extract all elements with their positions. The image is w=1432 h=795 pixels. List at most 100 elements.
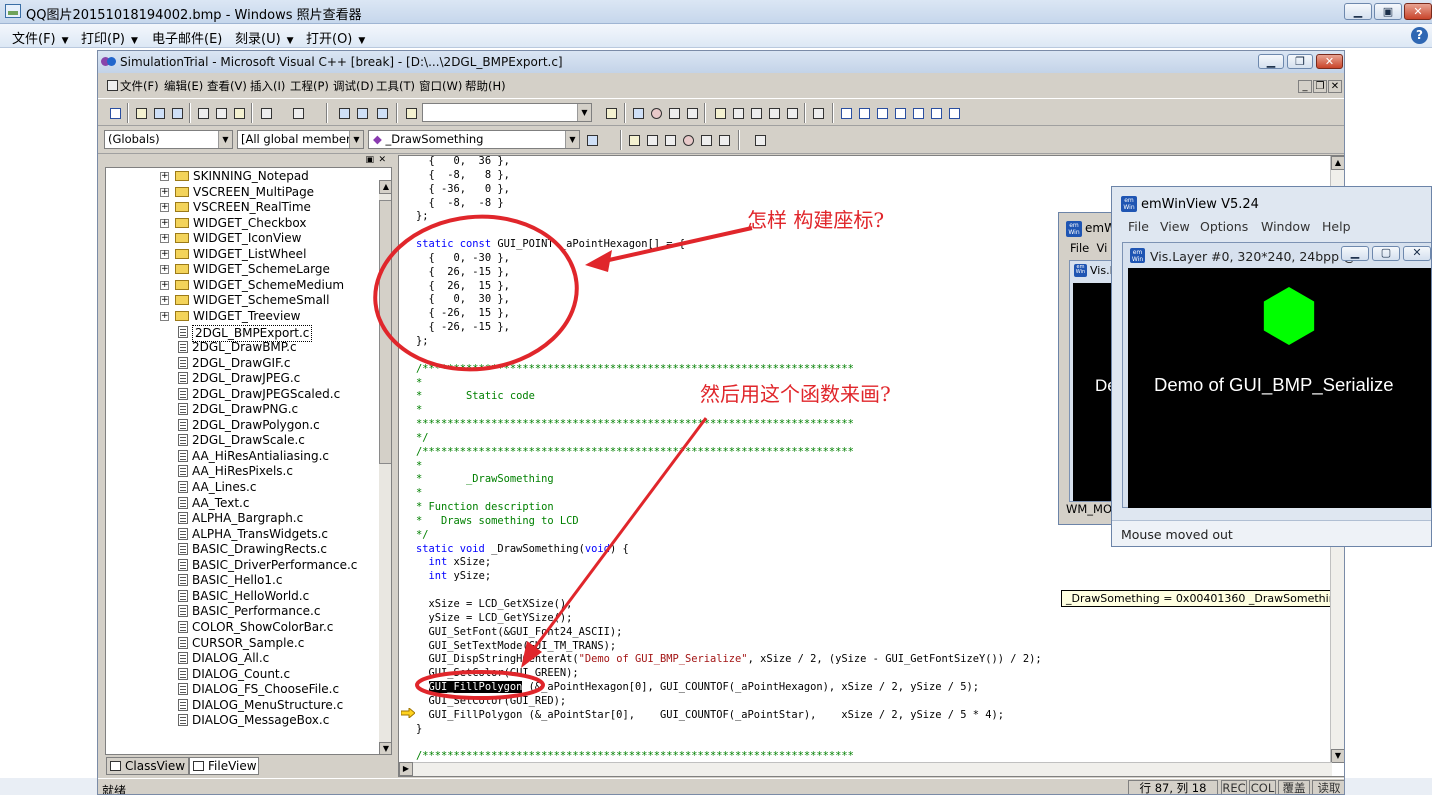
expand-plus-icon[interactable]: +: [160, 234, 169, 244]
cancel-build-icon[interactable]: [662, 132, 678, 148]
code-line[interactable]: [416, 584, 1042, 598]
code-line[interactable]: * Draws something to LCD: [416, 515, 1042, 529]
workspace-restore-icon[interactable]: ▣: [365, 155, 374, 165]
build-mini-icon[interactable]: [644, 132, 660, 148]
expand-plus-icon[interactable]: +: [160, 280, 169, 290]
code-line[interactable]: { -26, -15 },: [416, 321, 1042, 335]
vc-menu-window[interactable]: 窗口(W): [419, 78, 462, 94]
redo-icon[interactable]: [290, 105, 306, 121]
code-line[interactable]: static void _DrawSomething(void) {: [416, 543, 1042, 557]
find-icon[interactable]: [603, 105, 619, 121]
mdi-minimize-button[interactable]: _: [1298, 80, 1312, 93]
disassembly-icon[interactable]: [928, 105, 944, 121]
exclamation-icon[interactable]: [680, 132, 696, 148]
compile-icon[interactable]: [630, 105, 646, 121]
code-line[interactable]: * Function description: [416, 501, 1042, 515]
emwin-back-menu[interactable]: File Vi: [1070, 241, 1107, 255]
expand-plus-icon[interactable]: +: [160, 296, 169, 306]
vc-menu-help[interactable]: 帮助(H): [465, 78, 506, 94]
vc-minimize-button[interactable]: ▁: [1258, 54, 1284, 69]
vc-menu-tools[interactable]: 工具(T): [376, 78, 415, 94]
menu-file[interactable]: 文件(F) ▼: [12, 28, 69, 47]
save-all-icon[interactable]: [169, 105, 185, 121]
code-line[interactable]: { 0, -30 },: [416, 252, 1042, 266]
close-button[interactable]: ✕: [1404, 3, 1432, 20]
scroll-right-icon[interactable]: ▶: [399, 762, 413, 776]
vc-menu-project[interactable]: 工程(P): [290, 78, 329, 94]
code-line[interactable]: [416, 224, 1042, 238]
layer-maximize-button[interactable]: ▢: [1372, 246, 1400, 261]
chevron-down-icon[interactable]: ▼: [565, 131, 579, 148]
menu-burn[interactable]: 刻录(U) ▼: [235, 28, 294, 47]
emwin-menu-file[interactable]: File: [1128, 219, 1149, 234]
expand-plus-icon[interactable]: +: [160, 249, 169, 259]
menu-print[interactable]: 打印(P) ▼: [81, 28, 138, 47]
maximize-button[interactable]: ▣: [1374, 3, 1402, 20]
step-over-icon[interactable]: [748, 105, 764, 121]
open-folder-icon[interactable]: [133, 105, 149, 121]
code-line[interactable]: /***************************************…: [416, 363, 1042, 377]
code-line[interactable]: };: [416, 335, 1042, 349]
registers-icon[interactable]: [874, 105, 890, 121]
code-line[interactable]: { -36, 0 },: [416, 183, 1042, 197]
emwin-menu-help[interactable]: Help: [1322, 219, 1351, 234]
code-line[interactable]: }: [416, 723, 1042, 737]
expand-plus-icon[interactable]: +: [160, 311, 169, 321]
chevron-down-icon[interactable]: ▼: [577, 104, 591, 121]
code-line[interactable]: [416, 349, 1042, 363]
emwin-menu-window[interactable]: Window: [1261, 219, 1310, 234]
vc-menu-view[interactable]: 查看(V): [207, 78, 247, 94]
code-line[interactable]: GUI_DispStringHCenterAt("Demo of GUI_BMP…: [416, 653, 1042, 667]
emwin-menu-view[interactable]: View: [1160, 219, 1190, 234]
scrollbar-thumb[interactable]: [379, 200, 391, 464]
vc-menu-insert[interactable]: 插入(I): [250, 78, 285, 94]
code-line[interactable]: ySize = LCD_GetYSize();: [416, 612, 1042, 626]
code-line[interactable]: };: [416, 210, 1042, 224]
tab-classview[interactable]: ClassView: [106, 757, 189, 775]
expand-plus-icon[interactable]: +: [160, 265, 169, 275]
window-list-icon[interactable]: [374, 105, 390, 121]
code-line[interactable]: GUI_FillPolygon (&_aPointHexagon[0], GUI…: [416, 681, 1042, 695]
stop-build-icon[interactable]: [666, 105, 682, 121]
code-line[interactable]: xSize = LCD_GetXSize();: [416, 598, 1042, 612]
step-out-icon[interactable]: [766, 105, 782, 121]
code-line[interactable]: */: [416, 529, 1042, 543]
watch-icon[interactable]: [838, 105, 854, 121]
expand-plus-icon[interactable]: +: [160, 172, 169, 181]
code-line[interactable]: { 26, -15 },: [416, 266, 1042, 280]
code-line[interactable]: *: [416, 487, 1042, 501]
go-to-icon[interactable]: [698, 132, 714, 148]
workspace-icon[interactable]: [336, 105, 352, 121]
code-line[interactable]: ****************************************…: [416, 418, 1042, 432]
code-text[interactable]: { 0, 36 }, { -8, 8 }, { -36, 0 }, { -8, …: [416, 156, 1042, 764]
expand-plus-icon[interactable]: +: [160, 187, 169, 197]
vc-restore-button[interactable]: ❐: [1287, 54, 1313, 69]
go-icon[interactable]: [712, 105, 728, 121]
code-line[interactable]: */: [416, 432, 1042, 446]
chevron-down-icon[interactable]: ▼: [218, 131, 232, 148]
vc-menu-edit[interactable]: 编辑(E): [164, 78, 203, 94]
code-line[interactable]: int xSize;: [416, 556, 1042, 570]
paste-icon[interactable]: [231, 105, 247, 121]
build-icon[interactable]: [648, 105, 664, 121]
vc-menu-debug[interactable]: 调试(D): [333, 78, 374, 94]
quickwatch-icon[interactable]: [810, 105, 826, 121]
function-combo[interactable]: ◆ _DrawSomething ▼: [368, 130, 580, 149]
code-line[interactable]: GUI_FillPolygon (&_aPointStar[0], GUI_CO…: [416, 709, 1042, 723]
scroll-up-icon[interactable]: ▲: [1331, 156, 1344, 170]
output-icon[interactable]: [354, 105, 370, 121]
code-line[interactable]: GUI_SetColor(GUI_RED);: [416, 695, 1042, 709]
workspace-close-icon[interactable]: ✕: [378, 155, 386, 165]
save-icon[interactable]: [151, 105, 167, 121]
hand-icon[interactable]: [716, 132, 732, 148]
code-line[interactable]: { -26, 15 },: [416, 307, 1042, 321]
variables-icon[interactable]: [856, 105, 872, 121]
call-stack-icon[interactable]: [910, 105, 926, 121]
code-line[interactable]: GUI_SetFont(&GUI_Font24_ASCII);: [416, 626, 1042, 640]
chevron-down-icon[interactable]: ▼: [349, 131, 363, 148]
memory-icon[interactable]: [892, 105, 908, 121]
scroll-up-icon[interactable]: ▲: [379, 180, 391, 194]
tab-fileview[interactable]: FileView: [189, 757, 259, 775]
code-line[interactable]: *: [416, 460, 1042, 474]
lcd-display[interactable]: Demo of GUI_BMP_Serialize: [1128, 268, 1431, 508]
